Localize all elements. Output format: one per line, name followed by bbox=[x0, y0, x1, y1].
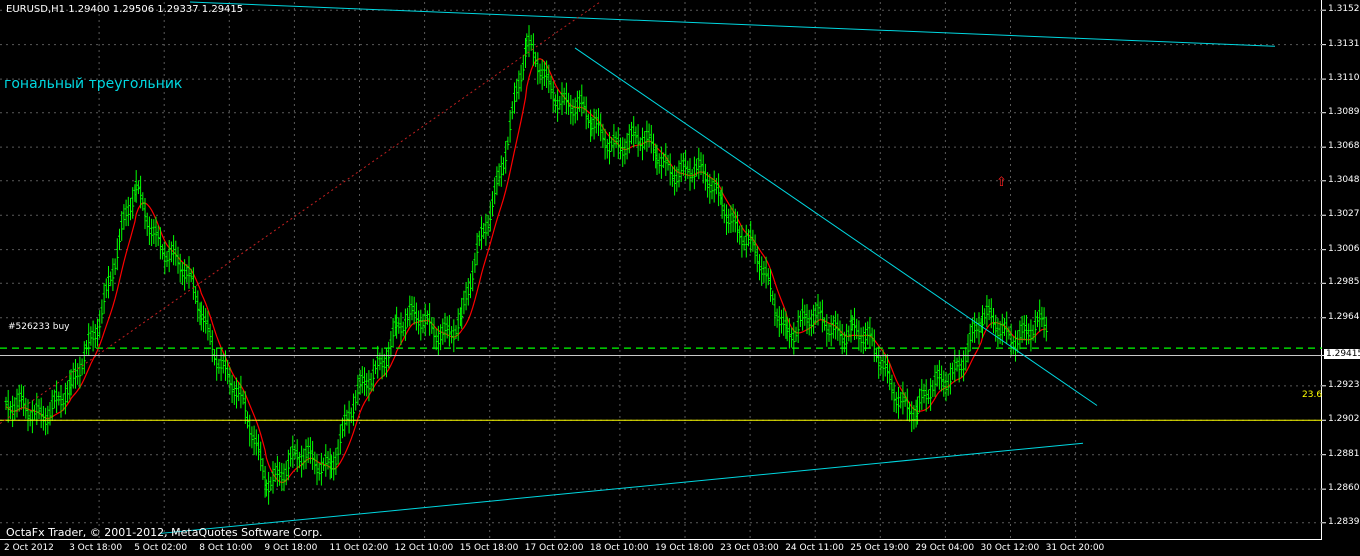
triangle-object-label[interactable]: гональный треугольник bbox=[4, 76, 182, 92]
ascending-trendline bbox=[159, 442, 1084, 534]
price-tick-label: 1.30480 bbox=[1328, 174, 1360, 185]
time-tick-label: 2 Oct 2012 bbox=[4, 543, 54, 553]
time-tick-label: 23 Oct 03:00 bbox=[720, 543, 779, 553]
symbol-info-header: EURUSD,H1 1.29400 1.29506 1.29337 1.2941… bbox=[6, 4, 244, 15]
price-tick-label: 1.29230 bbox=[1328, 379, 1360, 390]
descending-trendline bbox=[574, 47, 1098, 406]
price-tick-label: 1.31520 bbox=[1328, 4, 1360, 15]
time-tick-label: 19 Oct 18:00 bbox=[655, 543, 714, 553]
price-tick-label: 1.29645 bbox=[1328, 311, 1360, 322]
price-tick-label: 1.28600 bbox=[1328, 483, 1360, 494]
top-trendline bbox=[189, 1, 1276, 47]
price-chart[interactable] bbox=[0, 0, 1360, 556]
time-tick-label: 30 Oct 12:00 bbox=[980, 543, 1040, 553]
price-tick-label: 1.30895 bbox=[1328, 106, 1360, 117]
time-tick-label: 29 Oct 04:00 bbox=[915, 543, 975, 553]
current-price-label: 1.29415 bbox=[1324, 349, 1360, 360]
time-tick-label: 24 Oct 11:00 bbox=[785, 543, 844, 553]
time-tick-label: 11 Oct 02:00 bbox=[329, 543, 389, 553]
time-tick-label: 12 Oct 10:00 bbox=[394, 543, 454, 553]
up-arrow-icon[interactable]: ⇧ bbox=[996, 175, 1007, 190]
order-label[interactable]: #526233 buy bbox=[8, 322, 70, 332]
price-tick-label: 1.31100 bbox=[1328, 73, 1360, 84]
time-tick-label: 18 Oct 10:00 bbox=[589, 543, 649, 553]
time-tick-label: 3 Oct 18:00 bbox=[69, 543, 123, 553]
moving-average-line bbox=[5, 58, 1047, 484]
time-tick-label: 31 Oct 20:00 bbox=[1045, 543, 1105, 553]
time-tick-label: 8 Oct 10:00 bbox=[199, 543, 253, 553]
price-tick-label: 1.28810 bbox=[1328, 448, 1360, 459]
copyright-text: OctaFx Trader, © 2001-2012, MetaQuotes S… bbox=[6, 526, 323, 539]
time-tick-label: 17 Oct 02:00 bbox=[524, 543, 584, 553]
price-tick-label: 1.30685 bbox=[1328, 141, 1360, 152]
fib-level-label[interactable]: 23.6 bbox=[1302, 390, 1322, 400]
time-tick-label: 9 Oct 18:00 bbox=[264, 543, 318, 553]
fib-base-line bbox=[0, 1, 601, 424]
price-tick-label: 1.30270 bbox=[1328, 209, 1360, 220]
chart-window[interactable]: EURUSD,H1 1.29400 1.29506 1.29337 1.2941… bbox=[0, 0, 1360, 556]
price-tick-label: 1.29855 bbox=[1328, 277, 1360, 288]
price-tick-label: 1.29020 bbox=[1328, 414, 1360, 425]
price-tick-label: 1.30060 bbox=[1328, 243, 1360, 254]
time-tick-label: 5 Oct 02:00 bbox=[134, 543, 188, 553]
price-tick-label: 1.31310 bbox=[1328, 38, 1360, 49]
price-tick-label: 1.28395 bbox=[1328, 516, 1360, 527]
time-tick-label: 25 Oct 19:00 bbox=[850, 543, 909, 553]
time-tick-label: 15 Oct 18:00 bbox=[459, 543, 519, 553]
